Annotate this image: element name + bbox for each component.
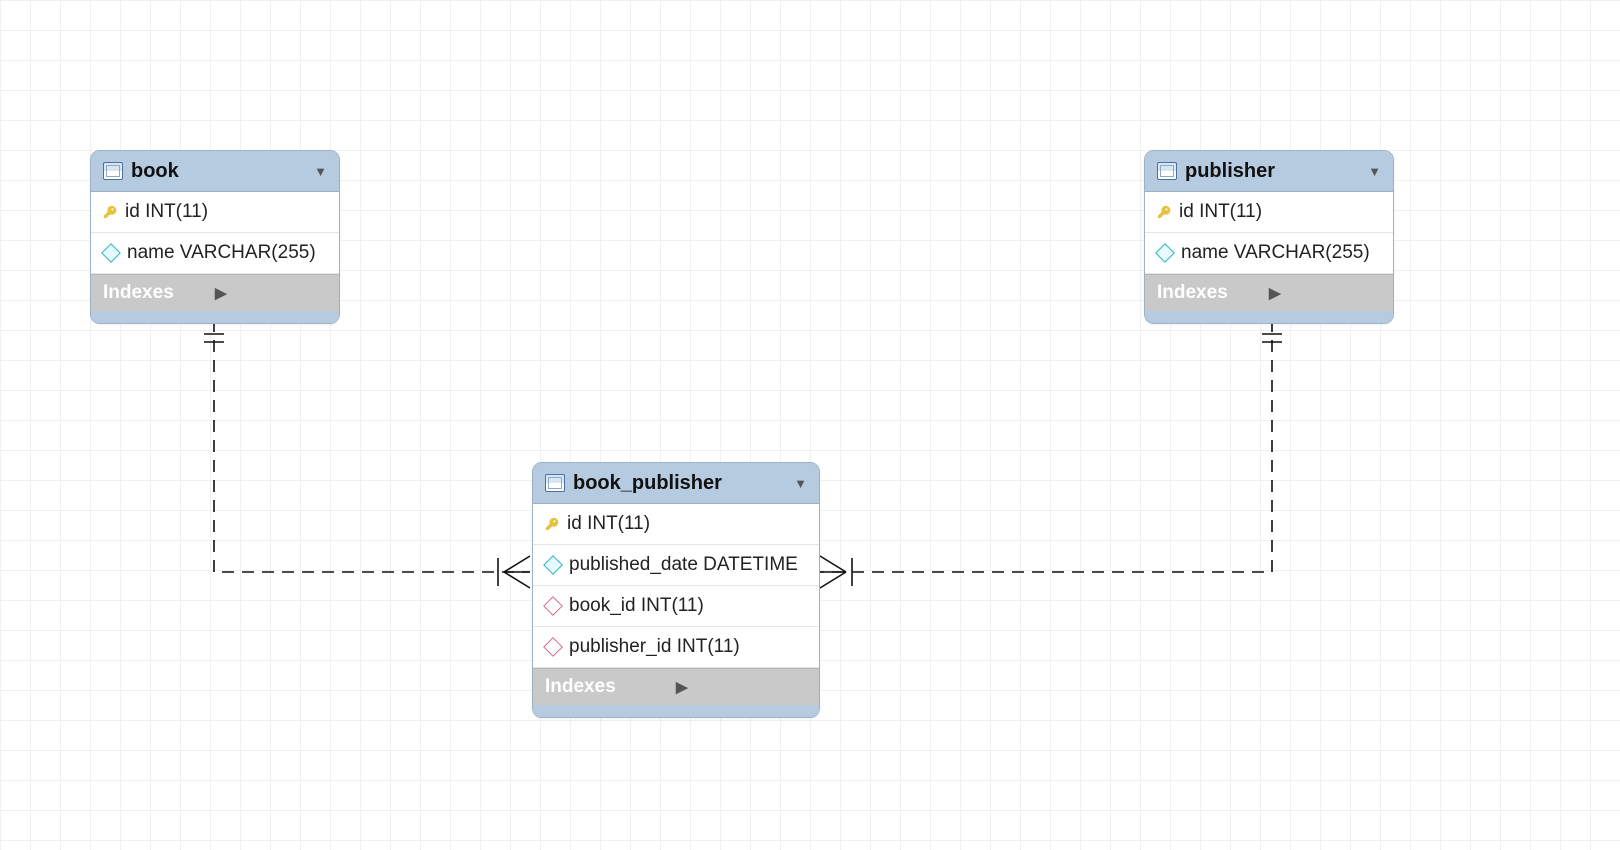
column-row[interactable]: name VARCHAR(255) <box>1145 233 1393 274</box>
indexes-section[interactable]: Indexes ▶ <box>533 668 819 705</box>
column-row[interactable]: book_id INT(11) <box>533 586 819 627</box>
entity-footer <box>533 705 819 717</box>
expand-icon[interactable]: ▶ <box>215 284 327 302</box>
indexes-section[interactable]: Indexes ▶ <box>1145 274 1393 311</box>
table-icon <box>103 162 123 180</box>
column-text: id INT(11) <box>1179 201 1262 223</box>
entity-footer <box>1145 311 1393 323</box>
collapse-icon[interactable]: ▼ <box>314 164 327 179</box>
column-row[interactable]: publisher_id INT(11) <box>533 627 819 668</box>
column-row[interactable]: published_date DATETIME <box>533 545 819 586</box>
er-canvas[interactable]: book ▼ id INT(11) name VARCHAR(255) Inde… <box>0 0 1620 850</box>
relationship-lines <box>0 0 1620 850</box>
primary-key-icon <box>103 205 117 219</box>
table-icon <box>1157 162 1177 180</box>
column-text: name VARCHAR(255) <box>127 242 316 264</box>
collapse-icon[interactable]: ▼ <box>794 476 807 491</box>
attribute-icon <box>101 243 121 263</box>
foreign-key-icon <box>543 596 563 616</box>
primary-key-icon <box>1157 205 1171 219</box>
expand-icon[interactable]: ▶ <box>1269 284 1381 302</box>
attribute-icon <box>543 555 563 575</box>
column-text: publisher_id INT(11) <box>569 636 740 658</box>
entity-footer <box>91 311 339 323</box>
expand-icon[interactable]: ▶ <box>676 678 807 696</box>
collapse-icon[interactable]: ▼ <box>1368 164 1381 179</box>
column-row[interactable]: id INT(11) <box>533 504 819 545</box>
entity-header[interactable]: publisher ▼ <box>1145 151 1393 192</box>
entity-title: publisher <box>1185 160 1360 183</box>
entity-title: book_publisher <box>573 472 786 495</box>
indexes-label: Indexes <box>1157 282 1269 304</box>
entity-publisher[interactable]: publisher ▼ id INT(11) name VARCHAR(255)… <box>1144 150 1394 324</box>
indexes-section[interactable]: Indexes ▶ <box>91 274 339 311</box>
column-text: name VARCHAR(255) <box>1181 242 1370 264</box>
entity-header[interactable]: book_publisher ▼ <box>533 463 819 504</box>
column-row[interactable]: name VARCHAR(255) <box>91 233 339 274</box>
entity-header[interactable]: book ▼ <box>91 151 339 192</box>
indexes-label: Indexes <box>545 676 676 698</box>
indexes-label: Indexes <box>103 282 215 304</box>
column-text: id INT(11) <box>567 513 650 535</box>
foreign-key-icon <box>543 637 563 657</box>
column-text: book_id INT(11) <box>569 595 704 617</box>
entity-book-publisher[interactable]: book_publisher ▼ id INT(11) published_da… <box>532 462 820 718</box>
table-icon <box>545 474 565 492</box>
column-text: published_date DATETIME <box>569 554 798 576</box>
entity-title: book <box>131 160 306 183</box>
column-text: id INT(11) <box>125 201 208 223</box>
column-row[interactable]: id INT(11) <box>91 192 339 233</box>
primary-key-icon <box>545 517 559 531</box>
entity-book[interactable]: book ▼ id INT(11) name VARCHAR(255) Inde… <box>90 150 340 324</box>
attribute-icon <box>1155 243 1175 263</box>
column-row[interactable]: id INT(11) <box>1145 192 1393 233</box>
